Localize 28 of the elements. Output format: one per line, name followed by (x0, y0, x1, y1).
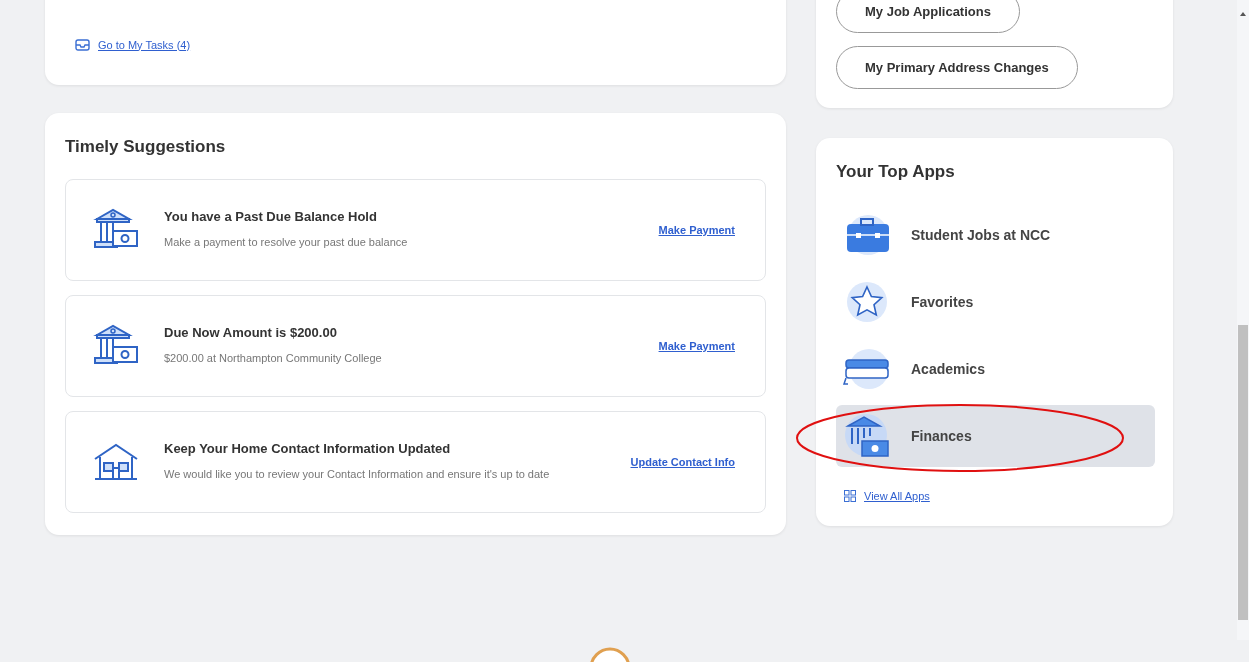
scroll-up-icon[interactable] (1240, 12, 1246, 16)
avatar-ring-icon[interactable] (588, 646, 632, 662)
grid-icon (844, 490, 856, 502)
scrollbar[interactable] (1237, 0, 1249, 640)
briefcase-icon (844, 214, 890, 256)
section-title: Your Top Apps (836, 162, 956, 182)
inbox-icon (75, 38, 90, 51)
suggestion-action-link[interactable]: Make Payment (658, 224, 735, 236)
quick-action-button[interactable]: My Primary Address Changes (836, 46, 1078, 89)
view-all-apps-link[interactable]: View All Apps (844, 490, 1155, 502)
suggestion-title: You have a Past Due Balance Hold (164, 208, 378, 224)
book-icon (842, 348, 892, 390)
bank-money-icon (842, 413, 892, 459)
section-title: Timely Suggestions (65, 137, 227, 157)
tasks-link[interactable]: Go to My Tasks (4) (75, 38, 191, 51)
scrollbar-thumb[interactable] (1238, 325, 1248, 620)
app-item[interactable]: Finances (836, 405, 1155, 467)
suggestion-action-link[interactable]: Update Contact Info (630, 456, 735, 468)
app-item[interactable]: Academics (836, 338, 1155, 400)
quick-action-button[interactable]: My Job Applications (836, 0, 1020, 33)
suggestion-title: Due Now Amount is $200.00 (164, 324, 338, 340)
suggestion-description: $200.00 at Northampton Community College (164, 350, 383, 366)
suggestion-action-link[interactable]: Make Payment (658, 340, 735, 352)
suggestion-title: Keep Your Home Contact Information Updated (164, 440, 452, 456)
suggestion-description: Make a payment to resolve your past due balance (164, 234, 409, 250)
suggestion-description: We would like you to review your Contact Information and ensure it's up to date (164, 466, 551, 482)
app-item[interactable]: Favorites (836, 271, 1155, 333)
app-item[interactable]: Student Jobs at NCC (836, 204, 1155, 266)
